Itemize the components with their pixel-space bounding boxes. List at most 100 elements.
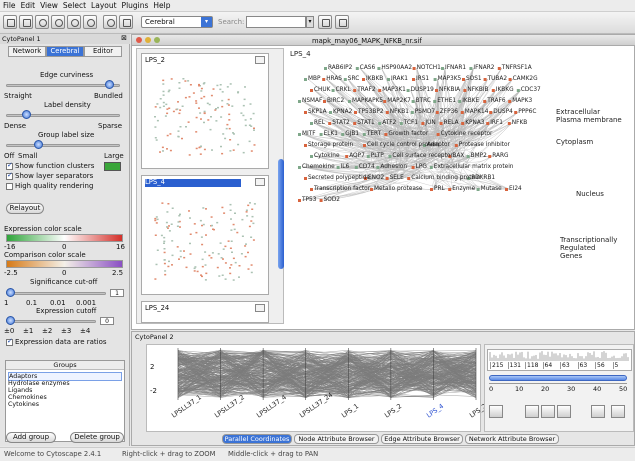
- tab-edge-attribute-browser[interactable]: Edge Attribute Browser: [381, 434, 463, 444]
- network-node[interactable]: MAPKAPK5: [352, 98, 383, 104]
- filter-down-icon[interactable]: [591, 405, 605, 418]
- network-node[interactable]: CAMK2G: [513, 76, 538, 82]
- save-icon[interactable]: [19, 15, 33, 29]
- network-node[interactable]: IRF1: [490, 120, 503, 126]
- tab-parallel-coordinates[interactable]: Parallel Coordinates: [222, 434, 292, 444]
- network-node[interactable]: TP53BP2: [358, 109, 384, 115]
- network-node[interactable]: Adaptor: [427, 142, 450, 148]
- function-cluster-color-swatch[interactable]: [104, 162, 121, 171]
- tab-network[interactable]: Network: [8, 46, 46, 57]
- network-node[interactable]: IFNAR1: [445, 65, 466, 71]
- network-node[interactable]: DUSP19: [411, 87, 434, 93]
- edge-curviness-track[interactable]: [6, 84, 120, 87]
- thumbnail-view-icon[interactable]: [255, 56, 265, 64]
- search-input[interactable]: [246, 16, 306, 28]
- tab-node-attribute-browser[interactable]: Node Attribute Browser: [294, 434, 379, 444]
- show-layer-separators-checkbox[interactable]: [6, 171, 13, 180]
- zoom-selected-icon[interactable]: [67, 15, 81, 29]
- expression-cutoff-slider[interactable]: [6, 316, 15, 325]
- maximize-window-icon[interactable]: [154, 37, 160, 43]
- vizmapper-icon[interactable]: [119, 15, 133, 29]
- zoom-in-icon[interactable]: [35, 15, 49, 29]
- label-density-slider[interactable]: [22, 110, 31, 119]
- network-node[interactable]: MBP: [308, 76, 320, 82]
- network-node[interactable]: MAPK3: [512, 98, 532, 104]
- network-node[interactable]: RELA: [444, 120, 459, 126]
- significance-cutoff-slider[interactable]: [6, 288, 15, 297]
- filter-options-icon[interactable]: [335, 15, 349, 29]
- network-node[interactable]: MAPK14: [465, 109, 489, 115]
- group-label-size-slider[interactable]: [34, 140, 43, 149]
- menu-select[interactable]: Select: [63, 1, 86, 10]
- network-node[interactable]: PLTP: [371, 153, 384, 159]
- network-node[interactable]: IRAK1: [391, 76, 408, 82]
- parallel-coordinates-plot[interactable]: 2 -2 LPSLL37_1 LPSLL37_2 LPSLL37_4 LPSLL37_…: [146, 344, 492, 432]
- network-node[interactable]: KPNA2: [333, 109, 352, 115]
- network-from-selection-icon[interactable]: [103, 15, 117, 29]
- network-node[interactable]: ELK1: [324, 131, 338, 137]
- groups-list[interactable]: Groups Adaptors Hydrolase enzymes Ligand…: [5, 360, 125, 442]
- network-node[interactable]: NOTCH1: [417, 65, 441, 71]
- network-node[interactable]: TRAF2: [357, 87, 375, 93]
- network-node[interactable]: Cytokine: [314, 153, 340, 159]
- expression-cutoff-value[interactable]: 0: [100, 317, 114, 325]
- network-canvas[interactable]: LPS_4 Extracellular Plasma membrane Cyto…: [288, 48, 634, 324]
- table-icon[interactable]: [489, 405, 503, 418]
- thumbnail-lps-24[interactable]: LPS_24: [141, 301, 269, 323]
- network-node[interactable]: ZFP36: [440, 109, 458, 115]
- network-node[interactable]: TERT: [367, 131, 381, 137]
- network-node[interactable]: Metallo protease: [374, 186, 422, 192]
- menu-help[interactable]: Help: [153, 1, 170, 10]
- range-slider[interactable]: [489, 375, 627, 381]
- network-node[interactable]: IRS1: [416, 76, 429, 82]
- network-node[interactable]: REL: [314, 120, 325, 126]
- network-node[interactable]: CDC37: [521, 87, 541, 93]
- network-node[interactable]: JUN: [425, 120, 435, 126]
- search-dropdown-icon[interactable]: ▾: [306, 16, 314, 28]
- significance-cutoff-track[interactable]: [6, 292, 106, 295]
- network-node[interactable]: SKP1A: [308, 109, 327, 115]
- network-node[interactable]: NFKBIA: [439, 87, 460, 93]
- menu-layout[interactable]: Layout: [91, 1, 117, 10]
- network-node[interactable]: CHUK: [314, 87, 330, 93]
- network-node[interactable]: Chemokine: [302, 164, 335, 170]
- network-node[interactable]: Cell surface receptor: [392, 153, 452, 159]
- thumbnail-scrollbar[interactable]: [278, 159, 284, 269]
- tab-cerebral[interactable]: Cerebral: [46, 46, 84, 57]
- edge-curviness-slider[interactable]: [105, 80, 114, 89]
- close-window-icon[interactable]: [136, 37, 142, 43]
- group-label-size-track[interactable]: [6, 144, 120, 147]
- network-node[interactable]: RARG: [492, 153, 508, 159]
- network-node[interactable]: EI24: [509, 186, 522, 192]
- network-node[interactable]: Protease inhibitor: [459, 142, 510, 148]
- network-node[interactable]: PSMD7: [415, 109, 435, 115]
- network-node[interactable]: IKBKB: [366, 76, 383, 82]
- network-node[interactable]: MITF: [302, 131, 316, 137]
- group-item-chemokines[interactable]: Chemokines: [8, 394, 47, 401]
- network-node[interactable]: CAS6: [360, 65, 375, 71]
- network-node[interactable]: PPP6C: [518, 109, 536, 115]
- delete-group-button[interactable]: Delete group: [70, 432, 124, 443]
- zoom-icon[interactable]: [525, 405, 539, 418]
- open-icon[interactable]: [3, 15, 17, 29]
- network-node[interactable]: ETHE1: [437, 98, 456, 104]
- network-node[interactable]: KPNA3: [465, 120, 484, 126]
- network-node[interactable]: Calcium binding protein: [411, 175, 480, 181]
- expression-cutoff-track[interactable]: [6, 320, 96, 323]
- network-node[interactable]: NSMAF: [302, 98, 322, 104]
- menu-edit[interactable]: Edit: [21, 1, 36, 10]
- network-node[interactable]: CRKL: [336, 87, 351, 93]
- network-node[interactable]: Cytokine receptor: [441, 131, 493, 137]
- menu-file[interactable]: File: [3, 1, 16, 10]
- add-group-button[interactable]: Add group: [6, 432, 56, 443]
- network-node[interactable]: PRL: [434, 186, 445, 192]
- network-node[interactable]: CD74: [359, 164, 375, 170]
- network-node[interactable]: STAT2: [332, 120, 350, 126]
- network-node[interactable]: Secreted polypeptide: [308, 175, 370, 181]
- network-node[interactable]: Enzyme: [452, 186, 475, 192]
- network-node[interactable]: BIRC2: [327, 98, 344, 104]
- thumbnail-lps-2[interactable]: LPS_2: [141, 53, 269, 169]
- network-node[interactable]: TCF1: [404, 120, 418, 126]
- thumbnail-view-icon[interactable]: [255, 304, 265, 312]
- network-node[interactable]: Storage protein: [308, 142, 353, 148]
